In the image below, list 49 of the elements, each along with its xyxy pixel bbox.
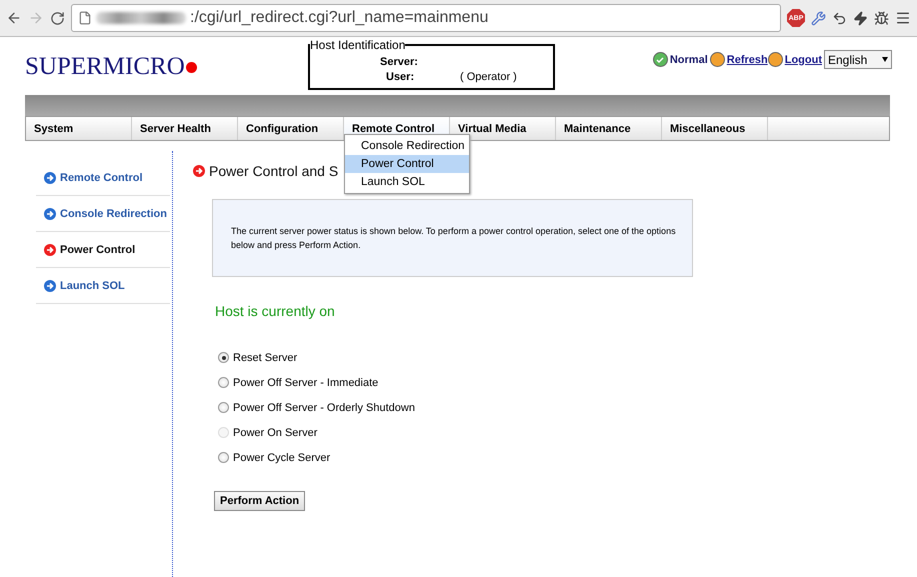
arrow-icon [44, 244, 56, 256]
user-label: User: [385, 71, 416, 83]
refresh-link[interactable]: Refresh [726, 54, 768, 66]
logo-dot-icon [186, 62, 197, 72]
page-icon [78, 11, 92, 25]
nav-tab[interactable]: Maintenance [556, 117, 662, 140]
url-text: :/cgi/url_redirect.cgi?url_name=mainmenu [190, 9, 488, 27]
nav-tab[interactable]: Server Health [132, 117, 238, 140]
page-title: Power Control and S [209, 163, 338, 179]
language-select[interactable]: English [824, 50, 892, 69]
logo-text: SUPERMICRO [25, 53, 185, 81]
arrow-icon [193, 165, 205, 177]
sidebar-item[interactable]: Launch SOL [36, 268, 170, 304]
arrow-icon [44, 280, 56, 292]
nav-tab[interactable]: System [26, 117, 132, 140]
menu-item[interactable]: Console Redirection [345, 137, 469, 155]
radio-button[interactable] [218, 402, 229, 413]
back-button[interactable] [6, 10, 22, 26]
logout-link[interactable]: Logout [784, 54, 822, 66]
power-option[interactable]: Power Off Server - Orderly Shutdown [218, 399, 693, 416]
server-label: Server: [380, 56, 419, 68]
lightning-icon[interactable] [853, 10, 868, 26]
radio-button[interactable] [218, 352, 229, 363]
arrow-icon [44, 172, 56, 184]
menu-item[interactable]: Power Control [345, 155, 469, 173]
sidebar-item[interactable]: Remote Control [36, 160, 170, 196]
arrow-icon [44, 208, 56, 220]
wrench-icon[interactable] [811, 10, 826, 26]
host-status: Host is currently on [215, 303, 336, 319]
check-icon [652, 52, 668, 67]
address-bar[interactable]: :/cgi/url_redirect.cgi?url_name=mainmenu [71, 4, 781, 32]
sidebar-item[interactable]: Console Redirection [36, 196, 170, 232]
bug-icon[interactable] [874, 10, 889, 26]
sidebar-item[interactable]: Power Control [36, 232, 170, 268]
undo-icon[interactable] [832, 10, 847, 26]
radio-button[interactable] [218, 377, 229, 388]
user-role: ( Operator ) [460, 71, 518, 83]
host-identification-title: Host Identification [310, 38, 406, 52]
nav-tab[interactable]: Miscellaneous [662, 117, 768, 140]
power-option[interactable]: Power Cycle Server [218, 449, 693, 466]
reload-button[interactable] [50, 10, 65, 26]
menu-item[interactable]: Launch SOL [345, 173, 469, 191]
power-option[interactable]: Power Off Server - Immediate [218, 374, 693, 391]
power-option[interactable]: Reset Server [218, 349, 693, 366]
radio-button[interactable] [218, 452, 229, 463]
perform-action-button[interactable]: Perform Action [214, 491, 306, 511]
menu-icon[interactable] [895, 10, 911, 26]
info-text: The current server power status is shown below. To perform a power control operation, select one of the options below and press Perform Action. [231, 225, 677, 252]
status-text: Normal [670, 54, 708, 66]
